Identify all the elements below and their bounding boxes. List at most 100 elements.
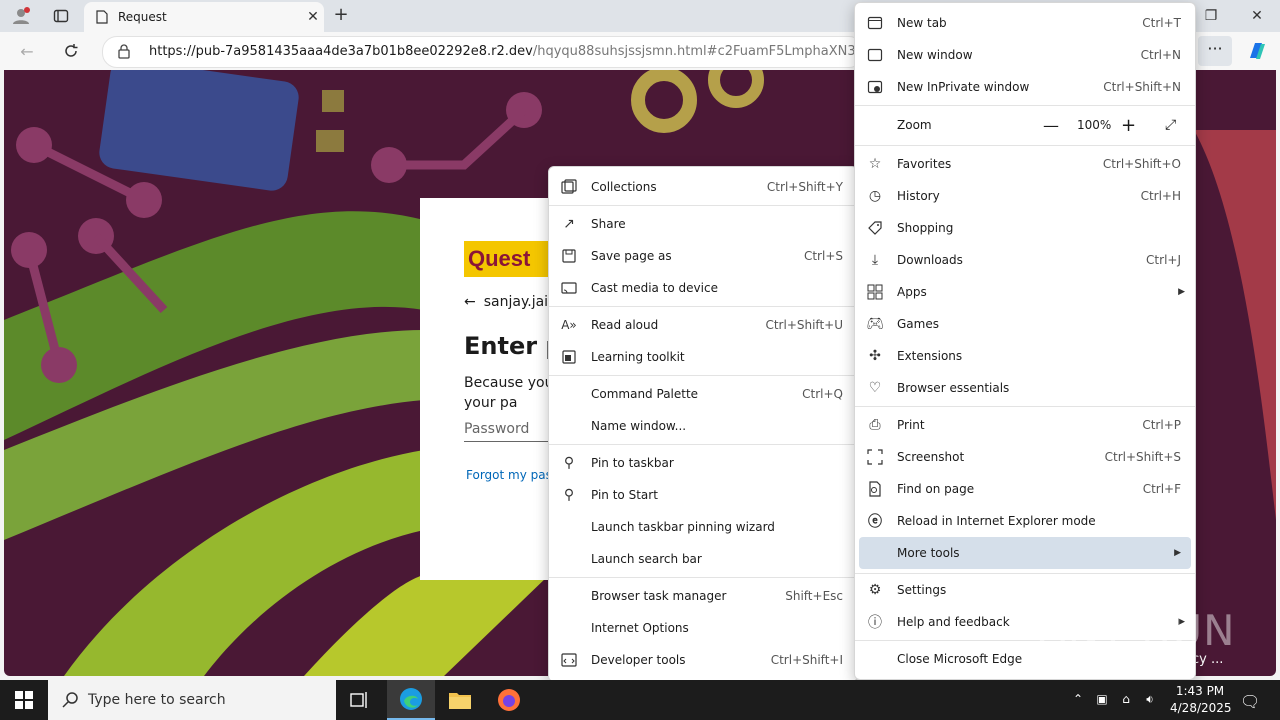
menu-item-ie-mode[interactable]: ⓔ Reload in Internet Explorer mode [855,505,1195,537]
start-button[interactable] [0,680,48,720]
menu-item-new-tab[interactable]: New tab Ctrl+T [855,7,1195,39]
chevron-up-icon[interactable]: ⌃ [1070,692,1086,708]
menu-item-favorites[interactable]: ☆ Favorites Ctrl+Shift+O [855,148,1195,180]
firefox-icon [498,689,520,711]
menu-label: Browser essentials [897,381,1010,395]
menu-label: Read aloud [591,318,659,332]
menu-item-find-on-page[interactable]: Find on page Ctrl+F [855,473,1195,505]
zoom-in-button[interactable]: + [1121,115,1136,136]
profile-icon [13,7,30,24]
menu-item-read-aloud[interactable]: A» Read aloud Ctrl+Shift+U [549,309,857,341]
menu-item-extensions[interactable]: ✣ Extensions [855,340,1195,372]
menu-shortcut: Ctrl+Shift+Y [766,180,843,194]
menu-label: Command Palette [591,387,699,401]
menu-shortcut: Ctrl+S [803,249,843,263]
menu-label: Downloads [897,253,963,267]
menu-item-pin-taskbar[interactable]: ⚲ Pin to taskbar [549,447,857,479]
menu-item-cast[interactable]: Cast media to device [549,272,857,304]
learning-toolkit-icon [561,349,577,365]
menu-item-games[interactable]: 🎮︎ Games [855,308,1195,340]
refresh-button[interactable] [58,39,84,63]
username-row[interactable]: ← sanjay.jais [464,294,555,310]
menu-item-browser-essentials[interactable]: ♡ Browser essentials [855,372,1195,404]
favorites-icon: ☆ [868,156,882,172]
menu-label: Launch search bar [591,552,702,566]
new-window-icon [867,47,883,63]
divider [549,375,857,376]
menu-label: Share [591,217,626,231]
zoom-out-button[interactable]: — [1043,116,1059,135]
menu-item-downloads[interactable]: ⤓ Downloads Ctrl+J [855,244,1195,276]
menu-item-name-window[interactable]: Name window... [549,410,857,442]
menu-item-more-tools[interactable]: More tools ▶ [859,537,1191,569]
close-tab-icon[interactable]: ✕ [302,9,324,25]
zoom-value: 100% [1077,118,1112,132]
menu-item-screenshot[interactable]: Screenshot Ctrl+Shift+S [855,441,1195,473]
menu-item-settings[interactable]: ⚙ Settings [855,574,1195,606]
divider [549,306,857,307]
shopping-icon [867,220,883,236]
menu-item-task-manager[interactable]: Browser task manager Shift+Esc [549,580,857,612]
logo-text: Quest [468,246,531,271]
chevron-right-icon: ▶ [1178,287,1185,297]
pin-icon: ⚲ [563,455,575,471]
tab-request[interactable]: Request ✕ [84,2,324,32]
menu-shortcut: Ctrl+Shift+O [1102,157,1181,171]
taskbar-search[interactable]: Type here to search [48,680,336,720]
fullscreen-icon[interactable]: ⤢ [1165,117,1176,133]
menu-shortcut: Ctrl+Shift+N [1103,80,1181,94]
volume-icon[interactable]: 🔉︎ [1142,692,1158,708]
screenshot-icon [867,449,883,465]
downloads-icon: ⤓ [871,252,879,268]
menu-item-share[interactable]: ↗ Share [549,208,857,240]
notifications-icon[interactable]: 🗨︎ [1240,692,1260,711]
divider [855,145,1195,146]
menu-label: New tab [897,16,947,30]
menu-item-shopping[interactable]: Shopping [855,212,1195,244]
taskbar-edge[interactable] [387,680,435,720]
forgot-password-link[interactable]: Forgot my pass [466,468,558,482]
cast-icon [561,280,577,296]
profile-button[interactable] [8,4,34,28]
wifi-icon[interactable]: ⌂ [1118,692,1134,708]
copilot-button[interactable] [1244,38,1270,64]
menu-label: Shopping [897,221,954,235]
menu-item-new-inprivate[interactable]: New InPrivate window Ctrl+Shift+N [855,71,1195,103]
more-tools-submenu: Collections Ctrl+Shift+Y ↗ Share Save pa… [548,166,858,682]
menu-item-pinning-wizard[interactable]: Launch taskbar pinning wizard [549,511,857,543]
menu-item-new-window[interactable]: New window Ctrl+N [855,39,1195,71]
back-arrow-icon: ← [20,41,34,61]
new-tab-button[interactable]: + [330,4,352,28]
menu-item-developer-tools[interactable]: Developer tools Ctrl+Shift+I [549,644,857,676]
extensions-icon: ✣ [869,348,881,364]
clock[interactable]: 1:43 PM 4/28/2025 [1170,683,1232,717]
url-text: https://pub-7a9581435aaa4de3a7b01b8ee022… [149,44,863,59]
menu-item-collections[interactable]: Collections Ctrl+Shift+Y [549,171,857,203]
menu-item-command-palette[interactable]: Command Palette Ctrl+Q [549,378,857,410]
menu-item-save-page[interactable]: Save page as Ctrl+S [549,240,857,272]
share-icon: ↗ [563,216,575,232]
url-input[interactable]: https://pub-7a9581435aaa4de3a7b01b8ee022… [102,36,864,68]
menu-label: Pin to taskbar [591,456,674,470]
settings-and-more-button[interactable]: ··· [1198,36,1232,66]
menu-item-search-bar[interactable]: Launch search bar [549,543,857,575]
read-aloud-icon: A» [561,318,577,332]
menu-label: Learning toolkit [591,350,685,364]
menu-item-learning-toolkit[interactable]: Learning toolkit [549,341,857,373]
menu-item-pin-start[interactable]: ⚲ Pin to Start [549,479,857,511]
taskbar-file-explorer[interactable] [436,680,484,720]
task-view-button[interactable] [336,680,384,720]
menu-label: Save page as [591,249,672,263]
network-status-icon[interactable]: ▣ [1094,692,1110,708]
menu-label: Launch taskbar pinning wizard [591,520,775,534]
tab-actions-button[interactable] [48,4,74,28]
menu-item-print[interactable]: ⎙ Print Ctrl+P [855,409,1195,441]
menu-item-internet-options[interactable]: Internet Options [549,612,857,644]
menu-label: More tools [897,546,960,560]
back-button[interactable]: ← [14,39,40,63]
menu-label: Favorites [897,157,952,171]
close-window-button[interactable]: ✕ [1234,0,1280,32]
menu-item-history[interactable]: ◷ History Ctrl+H [855,180,1195,212]
taskbar-firefox[interactable] [485,680,533,720]
menu-item-apps[interactable]: Apps ▶ [855,276,1195,308]
